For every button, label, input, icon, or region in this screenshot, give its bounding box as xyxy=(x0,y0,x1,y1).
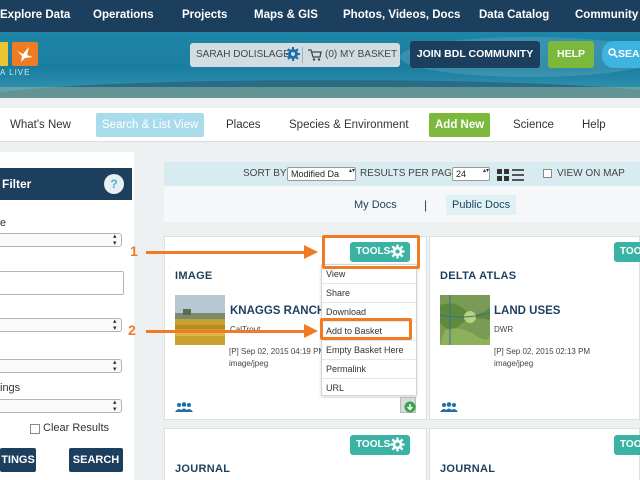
filter-help-icon[interactable]: ? xyxy=(104,174,124,194)
my-basket-link[interactable]: (0) MY BASKET xyxy=(325,49,397,60)
annotation-step-1: 1 xyxy=(130,243,138,259)
menu-item-share[interactable]: Share xyxy=(322,284,416,303)
card-2-tools-button[interactable]: TOOLS xyxy=(614,242,640,262)
nav-operations[interactable]: Operations xyxy=(93,9,154,21)
tab-places[interactable]: Places xyxy=(226,113,261,137)
card-1-title[interactable]: KNAGGS RANCH xyxy=(230,305,325,317)
tab-science[interactable]: Science xyxy=(513,113,554,137)
cart-icon[interactable] xyxy=(308,48,322,66)
tools-label: TOOLS xyxy=(620,246,640,257)
sort-by-label: SORT BY xyxy=(243,168,287,179)
card-4-tools-button[interactable]: TOOLS xyxy=(614,435,640,455)
card-2-owner: DWR xyxy=(494,325,514,334)
card-1-users-icon[interactable] xyxy=(175,399,193,417)
card-2-mime: image/jpeg xyxy=(494,359,534,368)
save-settings-button[interactable]: TINGS xyxy=(0,448,36,472)
filter-select-3[interactable] xyxy=(0,359,122,373)
filter-select-2[interactable] xyxy=(0,318,122,332)
card-2-meta: [P] Sep 02, 2015 02:13 PM xyxy=(494,347,591,356)
annotation-highlight-add-to-basket xyxy=(320,318,412,340)
view-on-map-label: VIEW ON MAP xyxy=(557,168,625,179)
tab-search-list-view[interactable]: Search & List View xyxy=(96,113,205,137)
banner-field xyxy=(0,87,640,98)
clear-results-checkbox[interactable] xyxy=(30,424,40,434)
filter-header: Filter ? xyxy=(0,168,132,200)
filter-settings-label: ings xyxy=(0,382,21,394)
help-button[interactable]: HELP xyxy=(548,41,594,68)
my-docs-link[interactable]: My Docs xyxy=(354,199,397,211)
filter-search-button[interactable]: SEARCH xyxy=(69,448,123,472)
tab-species-environment[interactable]: Species & Environment xyxy=(289,113,409,137)
annotation-arrow-2 xyxy=(146,330,306,333)
tools-gear-icon xyxy=(390,437,405,460)
card-2-thumbnail[interactable] xyxy=(440,295,490,345)
logo-mark-left[interactable] xyxy=(0,42,8,66)
tab-help[interactable]: Help xyxy=(582,113,606,137)
annotation-arrowhead-2 xyxy=(304,324,318,338)
tools-label: TOOLS xyxy=(620,439,640,450)
tab-whats-new[interactable]: What's New xyxy=(10,113,71,137)
card-1-meta: [P] Sep 02, 2015 04:19 PM xyxy=(229,347,326,356)
filter-select-4[interactable] xyxy=(0,399,122,413)
clear-results-label: Clear Results xyxy=(43,422,110,434)
nav-explore-data[interactable]: Explore Data xyxy=(0,9,70,21)
nav-data-catalog[interactable]: Data Catalog xyxy=(479,9,549,21)
user-name[interactable]: SARAH DOLISLAGER xyxy=(196,49,297,60)
nav-projects[interactable]: Projects xyxy=(182,9,227,21)
docs-separator: | xyxy=(424,198,428,212)
annotation-arrow-1 xyxy=(146,251,306,254)
header-search-button[interactable]: SEAR xyxy=(602,41,640,68)
main-tab-bar: What's New Search & List View Places Spe… xyxy=(0,108,640,142)
top-navigation: Explore Data Operations Projects Maps & … xyxy=(0,0,640,32)
card-2-type: DELTA ATLAS xyxy=(440,270,517,282)
filter-panel: Filter ? e ings Clear Results TINGS SEAR… xyxy=(0,152,134,480)
menu-item-empty-basket-here[interactable]: Empty Basket Here xyxy=(322,341,416,360)
card-1-mime: image/jpeg xyxy=(229,359,269,368)
menu-item-permalink[interactable]: Permalink xyxy=(322,360,416,379)
results-per-page-select[interactable]: 24 xyxy=(452,167,490,181)
card-1-thumbnail[interactable] xyxy=(175,295,225,345)
card-1-type: IMAGE xyxy=(175,270,213,282)
nav-photos-videos-docs[interactable]: Photos, Videos, Docs xyxy=(343,9,460,21)
list-view-icon[interactable] xyxy=(512,168,524,186)
join-community-button[interactable]: JOIN BDL COMMUNITY xyxy=(410,41,540,68)
search-label: SEAR xyxy=(618,48,640,60)
card-2-users-icon[interactable] xyxy=(440,399,458,417)
card-3-type: JOURNAL xyxy=(175,463,231,475)
filter-title: Filter xyxy=(2,177,32,191)
menu-item-url[interactable]: URL xyxy=(322,379,416,398)
view-on-map-checkbox[interactable] xyxy=(543,169,552,178)
card-2-title[interactable]: LAND USES xyxy=(494,305,560,317)
grid-view-icon[interactable] xyxy=(497,168,509,186)
public-docs-link[interactable]: Public Docs xyxy=(446,195,517,215)
logo-tagline: A LIVE xyxy=(0,68,31,77)
sort-by-select[interactable]: Modified Da xyxy=(287,167,356,181)
filter-text-input[interactable] xyxy=(0,271,124,295)
annotation-step-2: 2 xyxy=(128,322,136,338)
tab-add-new[interactable]: Add New xyxy=(429,113,491,137)
sort-toolbar: SORT BY Modified Da RESULTS PER PAGE 24 … xyxy=(164,162,640,186)
card-4-type: JOURNAL xyxy=(440,463,496,475)
user-account-box: SARAH DOLISLAGER (0) MY BASKET xyxy=(190,43,400,67)
search-icon xyxy=(608,48,619,59)
logo-bird-icon[interactable] xyxy=(12,42,38,66)
resize-handle-icon[interactable] xyxy=(400,397,416,413)
filter-select-1[interactable] xyxy=(0,233,122,247)
annotation-arrowhead-1 xyxy=(304,245,318,259)
filter-label: e xyxy=(0,217,7,229)
user-settings-gear-icon[interactable] xyxy=(286,47,300,66)
docs-scope-bar: My Docs | Public Docs xyxy=(164,186,640,222)
annotation-highlight-tools xyxy=(322,235,420,269)
nav-maps-gis[interactable]: Maps & GIS xyxy=(254,9,318,21)
tools-label: TOOLS xyxy=(356,439,391,450)
results-per-page-label: RESULTS PER PAGE xyxy=(360,168,459,179)
nav-community[interactable]: Community xyxy=(575,9,638,21)
divider xyxy=(302,47,303,63)
card-3-tools-button[interactable]: TOOLS xyxy=(350,435,410,455)
